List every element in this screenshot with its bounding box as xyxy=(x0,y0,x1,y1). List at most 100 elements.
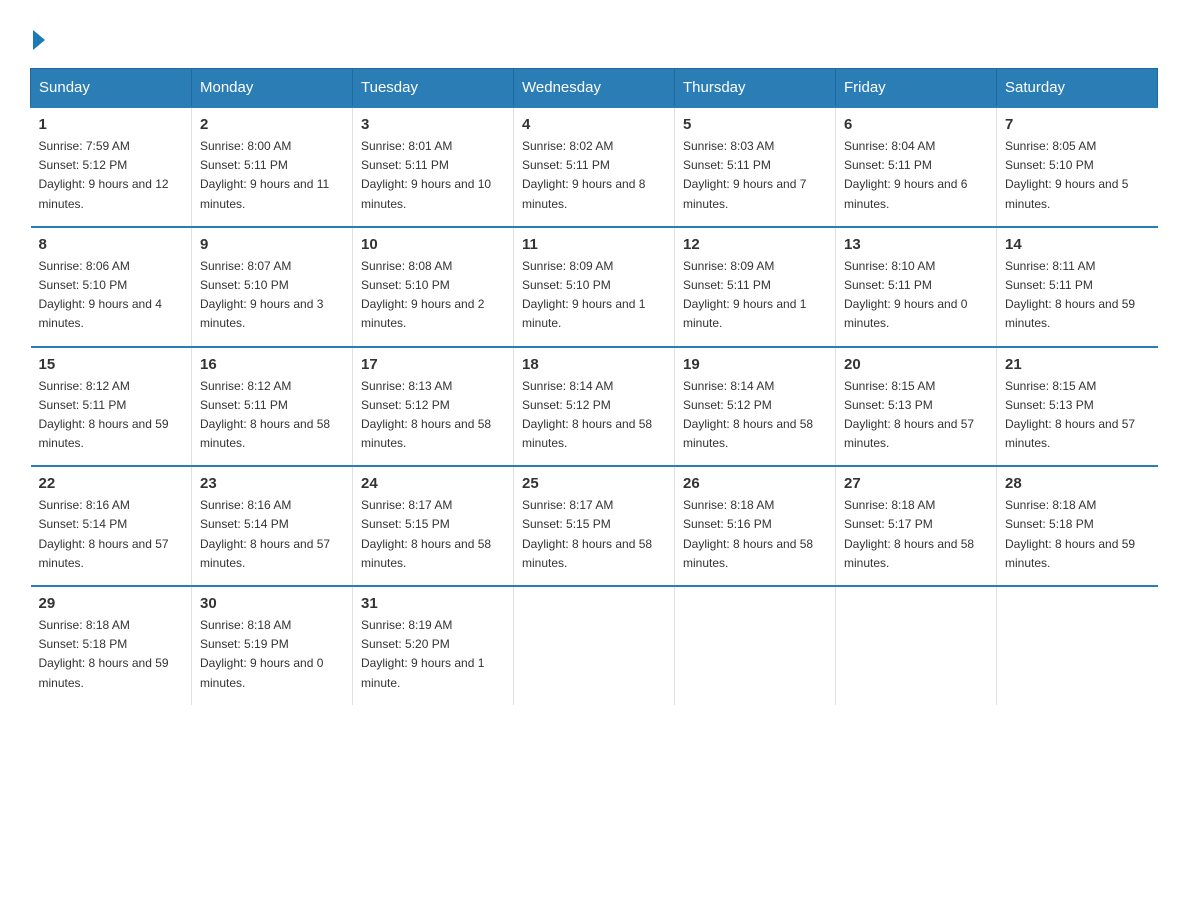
day-info: Sunrise: 8:19 AMSunset: 5:20 PMDaylight:… xyxy=(361,616,505,693)
day-cell: 21 Sunrise: 8:15 AMSunset: 5:13 PMDaylig… xyxy=(997,347,1158,467)
day-number: 8 xyxy=(39,236,184,253)
day-info: Sunrise: 8:17 AMSunset: 5:15 PMDaylight:… xyxy=(522,496,666,573)
week-row-4: 22 Sunrise: 8:16 AMSunset: 5:14 PMDaylig… xyxy=(31,466,1158,586)
day-cell: 9 Sunrise: 8:07 AMSunset: 5:10 PMDayligh… xyxy=(192,227,353,347)
day-info: Sunrise: 8:15 AMSunset: 5:13 PMDaylight:… xyxy=(1005,377,1150,454)
day-number: 4 xyxy=(522,116,666,133)
day-number: 24 xyxy=(361,475,505,492)
day-info: Sunrise: 8:03 AMSunset: 5:11 PMDaylight:… xyxy=(683,137,827,214)
day-info: Sunrise: 8:04 AMSunset: 5:11 PMDaylight:… xyxy=(844,137,988,214)
day-info: Sunrise: 8:10 AMSunset: 5:11 PMDaylight:… xyxy=(844,257,988,334)
week-row-2: 8 Sunrise: 8:06 AMSunset: 5:10 PMDayligh… xyxy=(31,227,1158,347)
day-number: 30 xyxy=(200,595,344,612)
calendar-header: SundayMondayTuesdayWednesdayThursdayFrid… xyxy=(31,69,1158,108)
day-info: Sunrise: 8:01 AMSunset: 5:11 PMDaylight:… xyxy=(361,137,505,214)
day-number: 29 xyxy=(39,595,184,612)
day-info: Sunrise: 8:16 AMSunset: 5:14 PMDaylight:… xyxy=(39,496,184,573)
header-row: SundayMondayTuesdayWednesdayThursdayFrid… xyxy=(31,69,1158,108)
day-number: 3 xyxy=(361,116,505,133)
day-number: 22 xyxy=(39,475,184,492)
day-number: 7 xyxy=(1005,116,1150,133)
day-cell: 6 Sunrise: 8:04 AMSunset: 5:11 PMDayligh… xyxy=(836,107,997,227)
day-cell: 30 Sunrise: 8:18 AMSunset: 5:19 PMDaylig… xyxy=(192,586,353,705)
day-info: Sunrise: 8:00 AMSunset: 5:11 PMDaylight:… xyxy=(200,137,344,214)
day-info: Sunrise: 8:13 AMSunset: 5:12 PMDaylight:… xyxy=(361,377,505,454)
day-info: Sunrise: 8:12 AMSunset: 5:11 PMDaylight:… xyxy=(200,377,344,454)
day-info: Sunrise: 8:16 AMSunset: 5:14 PMDaylight:… xyxy=(200,496,344,573)
day-number: 9 xyxy=(200,236,344,253)
day-cell: 1 Sunrise: 7:59 AMSunset: 5:12 PMDayligh… xyxy=(31,107,192,227)
day-info: Sunrise: 8:02 AMSunset: 5:11 PMDaylight:… xyxy=(522,137,666,214)
header-cell-thursday: Thursday xyxy=(675,69,836,108)
day-cell: 17 Sunrise: 8:13 AMSunset: 5:12 PMDaylig… xyxy=(353,347,514,467)
day-cell: 2 Sunrise: 8:00 AMSunset: 5:11 PMDayligh… xyxy=(192,107,353,227)
day-cell: 16 Sunrise: 8:12 AMSunset: 5:11 PMDaylig… xyxy=(192,347,353,467)
day-info: Sunrise: 8:07 AMSunset: 5:10 PMDaylight:… xyxy=(200,257,344,334)
day-cell xyxy=(675,586,836,705)
logo-general xyxy=(30,30,45,52)
page-header xyxy=(30,30,1158,48)
header-cell-saturday: Saturday xyxy=(997,69,1158,108)
day-number: 2 xyxy=(200,116,344,133)
day-number: 12 xyxy=(683,236,827,253)
day-number: 15 xyxy=(39,356,184,373)
calendar-body: 1 Sunrise: 7:59 AMSunset: 5:12 PMDayligh… xyxy=(31,107,1158,705)
day-number: 25 xyxy=(522,475,666,492)
day-cell: 29 Sunrise: 8:18 AMSunset: 5:18 PMDaylig… xyxy=(31,586,192,705)
header-cell-friday: Friday xyxy=(836,69,997,108)
day-info: Sunrise: 8:14 AMSunset: 5:12 PMDaylight:… xyxy=(522,377,666,454)
day-cell: 8 Sunrise: 8:06 AMSunset: 5:10 PMDayligh… xyxy=(31,227,192,347)
day-cell: 23 Sunrise: 8:16 AMSunset: 5:14 PMDaylig… xyxy=(192,466,353,586)
day-cell: 25 Sunrise: 8:17 AMSunset: 5:15 PMDaylig… xyxy=(514,466,675,586)
day-number: 18 xyxy=(522,356,666,373)
day-cell: 7 Sunrise: 8:05 AMSunset: 5:10 PMDayligh… xyxy=(997,107,1158,227)
day-number: 5 xyxy=(683,116,827,133)
day-cell: 12 Sunrise: 8:09 AMSunset: 5:11 PMDaylig… xyxy=(675,227,836,347)
day-info: Sunrise: 8:14 AMSunset: 5:12 PMDaylight:… xyxy=(683,377,827,454)
day-number: 14 xyxy=(1005,236,1150,253)
header-cell-tuesday: Tuesday xyxy=(353,69,514,108)
day-cell: 18 Sunrise: 8:14 AMSunset: 5:12 PMDaylig… xyxy=(514,347,675,467)
day-number: 10 xyxy=(361,236,505,253)
day-number: 27 xyxy=(844,475,988,492)
day-cell xyxy=(997,586,1158,705)
day-info: Sunrise: 8:11 AMSunset: 5:11 PMDaylight:… xyxy=(1005,257,1150,334)
day-number: 23 xyxy=(200,475,344,492)
day-cell: 24 Sunrise: 8:17 AMSunset: 5:15 PMDaylig… xyxy=(353,466,514,586)
header-cell-monday: Monday xyxy=(192,69,353,108)
day-cell: 20 Sunrise: 8:15 AMSunset: 5:13 PMDaylig… xyxy=(836,347,997,467)
week-row-1: 1 Sunrise: 7:59 AMSunset: 5:12 PMDayligh… xyxy=(31,107,1158,227)
day-cell: 4 Sunrise: 8:02 AMSunset: 5:11 PMDayligh… xyxy=(514,107,675,227)
day-number: 28 xyxy=(1005,475,1150,492)
day-cell: 3 Sunrise: 8:01 AMSunset: 5:11 PMDayligh… xyxy=(353,107,514,227)
day-number: 21 xyxy=(1005,356,1150,373)
day-info: Sunrise: 8:18 AMSunset: 5:17 PMDaylight:… xyxy=(844,496,988,573)
day-info: Sunrise: 8:05 AMSunset: 5:10 PMDaylight:… xyxy=(1005,137,1150,214)
day-cell: 19 Sunrise: 8:14 AMSunset: 5:12 PMDaylig… xyxy=(675,347,836,467)
day-info: Sunrise: 8:09 AMSunset: 5:11 PMDaylight:… xyxy=(683,257,827,334)
day-info: Sunrise: 8:15 AMSunset: 5:13 PMDaylight:… xyxy=(844,377,988,454)
day-cell: 15 Sunrise: 8:12 AMSunset: 5:11 PMDaylig… xyxy=(31,347,192,467)
day-cell: 22 Sunrise: 8:16 AMSunset: 5:14 PMDaylig… xyxy=(31,466,192,586)
day-cell: 31 Sunrise: 8:19 AMSunset: 5:20 PMDaylig… xyxy=(353,586,514,705)
day-info: Sunrise: 8:18 AMSunset: 5:18 PMDaylight:… xyxy=(39,616,184,693)
day-number: 20 xyxy=(844,356,988,373)
day-number: 17 xyxy=(361,356,505,373)
day-number: 1 xyxy=(39,116,184,133)
week-row-5: 29 Sunrise: 8:18 AMSunset: 5:18 PMDaylig… xyxy=(31,586,1158,705)
day-number: 31 xyxy=(361,595,505,612)
day-cell: 28 Sunrise: 8:18 AMSunset: 5:18 PMDaylig… xyxy=(997,466,1158,586)
day-number: 13 xyxy=(844,236,988,253)
day-info: Sunrise: 8:09 AMSunset: 5:10 PMDaylight:… xyxy=(522,257,666,334)
day-number: 16 xyxy=(200,356,344,373)
day-info: Sunrise: 8:12 AMSunset: 5:11 PMDaylight:… xyxy=(39,377,184,454)
day-cell xyxy=(836,586,997,705)
day-info: Sunrise: 7:59 AMSunset: 5:12 PMDaylight:… xyxy=(39,137,184,214)
day-info: Sunrise: 8:18 AMSunset: 5:16 PMDaylight:… xyxy=(683,496,827,573)
day-cell: 11 Sunrise: 8:09 AMSunset: 5:10 PMDaylig… xyxy=(514,227,675,347)
logo xyxy=(30,30,45,48)
header-cell-wednesday: Wednesday xyxy=(514,69,675,108)
logo-arrow-icon xyxy=(33,30,45,50)
day-cell: 5 Sunrise: 8:03 AMSunset: 5:11 PMDayligh… xyxy=(675,107,836,227)
day-info: Sunrise: 8:08 AMSunset: 5:10 PMDaylight:… xyxy=(361,257,505,334)
